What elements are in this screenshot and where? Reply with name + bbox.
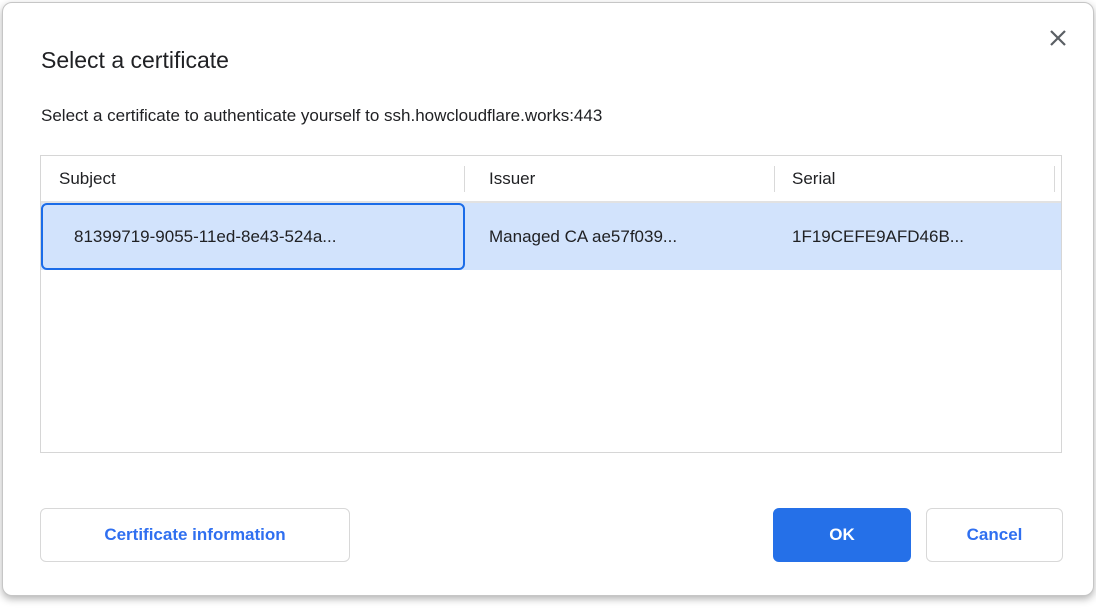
table-header: Subject Issuer Serial bbox=[41, 156, 1061, 203]
close-button[interactable] bbox=[1045, 25, 1071, 51]
dialog-subtitle: Select a certificate to authenticate you… bbox=[41, 106, 602, 126]
column-header-serial: Serial bbox=[775, 156, 1054, 201]
cell-subject: 81399719-9055-11ed-8e43-524a... bbox=[41, 203, 465, 270]
cancel-button[interactable]: Cancel bbox=[926, 508, 1063, 562]
page-title: Select a certificate bbox=[41, 47, 229, 74]
cell-serial: 1F19CEFE9AFD46B... bbox=[775, 203, 1061, 270]
close-icon bbox=[1048, 28, 1068, 48]
column-header-issuer: Issuer bbox=[465, 156, 774, 201]
cell-issuer: Managed CA ae57f039... bbox=[465, 203, 775, 270]
certificate-select-dialog: Select a certificate Select a certificat… bbox=[2, 2, 1094, 596]
certificate-information-button[interactable]: Certificate information bbox=[40, 508, 350, 562]
ok-button[interactable]: OK bbox=[773, 508, 911, 562]
column-header-subject: Subject bbox=[41, 156, 464, 201]
certificate-table: Subject Issuer Serial 81399719-9055-11ed… bbox=[40, 155, 1062, 453]
table-row[interactable]: 81399719-9055-11ed-8e43-524a... Managed … bbox=[41, 203, 1061, 270]
column-divider bbox=[1054, 166, 1055, 192]
